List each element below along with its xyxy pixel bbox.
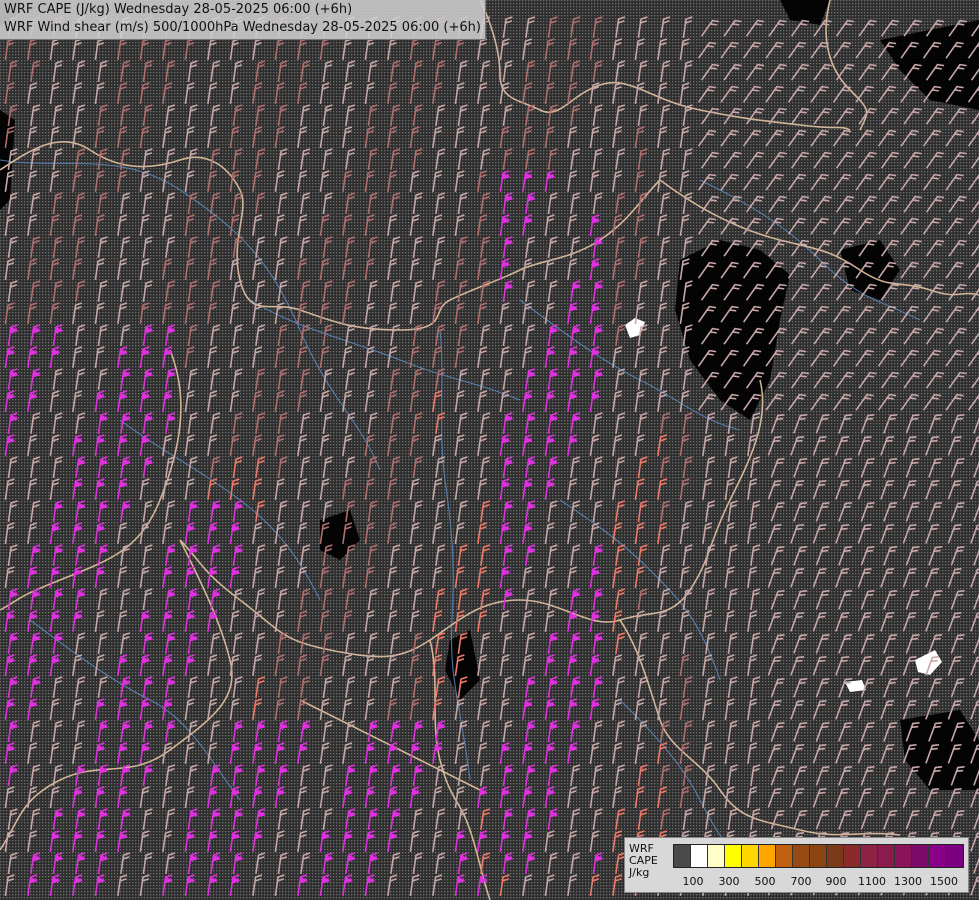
legend-caption-unit: J/kg [629, 866, 650, 879]
map-title: WRF CAPE (J/kg) Wednesday 28-05-2025 06:… [0, 0, 486, 40]
legend-swatch [674, 845, 691, 867]
legend-swatch [827, 845, 844, 867]
map-canvas [0, 0, 979, 900]
legend-tick-label: 1100 [858, 875, 886, 888]
legend-swatch [946, 845, 963, 867]
legend-swatch [929, 845, 946, 867]
legend-caption: WRF CAPE J/kg [629, 843, 658, 879]
wind-shear-title: WRF Wind shear (m/s) 500/1000hPa Wednesd… [4, 20, 481, 35]
legend-swatch [810, 845, 827, 867]
legend-tick-label: 900 [825, 875, 847, 888]
cape-title: WRF CAPE (J/kg) Wednesday 28-05-2025 06:… [4, 2, 353, 17]
legend-swatch [759, 845, 776, 867]
legend-swatch [912, 845, 929, 867]
legend-tick-label: 500 [754, 875, 776, 888]
legend-swatch [861, 845, 878, 867]
legend-swatch [776, 845, 793, 867]
legend-swatch [725, 845, 742, 867]
legend-swatch [793, 845, 810, 867]
legend-tick-label: 700 [790, 875, 812, 888]
legend-swatch [878, 845, 895, 867]
legend-tick-label: 1500 [930, 875, 958, 888]
legend-color-scale [673, 844, 964, 868]
legend-tick-label: 300 [718, 875, 740, 888]
legend-swatch [895, 845, 912, 867]
cape-legend: WRF CAPE J/kg 100 300 500 700 900 1100 1300 150… [624, 837, 969, 893]
legend-swatch [742, 845, 759, 867]
legend-tick-label: 1300 [894, 875, 922, 888]
legend-swatch [844, 845, 861, 867]
legend-swatch [691, 845, 708, 867]
legend-swatch [708, 845, 725, 867]
legend-tick-label: 100 [682, 875, 704, 888]
weather-map: WRF CAPE (J/kg) Wednesday 28-05-2025 06:… [0, 0, 979, 900]
